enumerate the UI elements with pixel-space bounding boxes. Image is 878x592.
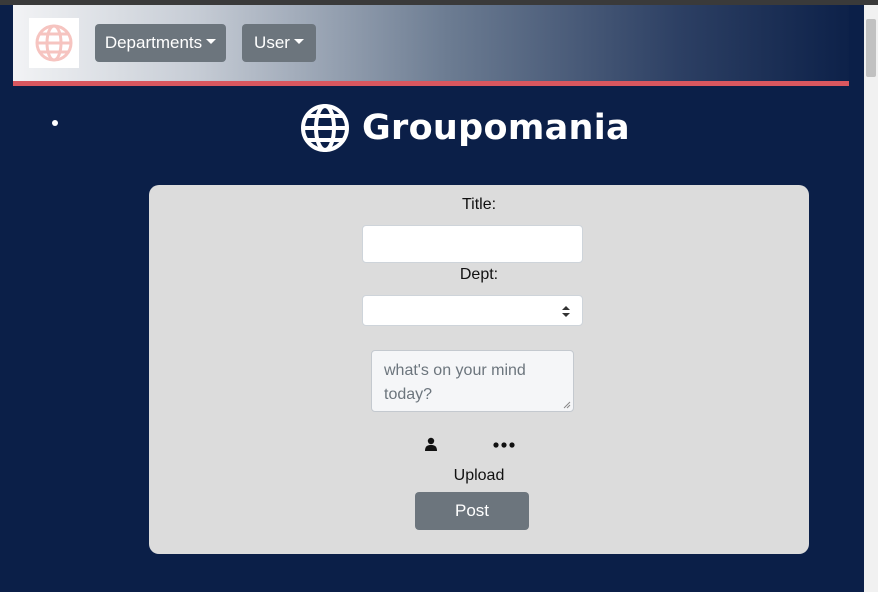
title-input[interactable] xyxy=(362,225,583,263)
dept-label: Dept: xyxy=(459,266,499,283)
user-dropdown-button[interactable]: User xyxy=(242,24,316,62)
title-label: Title: xyxy=(461,196,497,213)
new-post-form: Title: Dept: what's on your mind today? … xyxy=(149,185,809,554)
departments-dropdown-button[interactable]: Departments xyxy=(95,24,226,62)
globe-icon xyxy=(301,104,349,152)
message-placeholder: what's on your mind today? xyxy=(384,362,526,403)
logo-text: Groupomania xyxy=(362,108,630,148)
select-arrows-icon xyxy=(562,306,570,317)
navbar: Departments User xyxy=(13,5,849,81)
user-icon[interactable] xyxy=(424,437,438,451)
navbar-border xyxy=(13,81,849,86)
message-textarea[interactable]: what's on your mind today? xyxy=(371,350,574,412)
globe-icon xyxy=(35,24,73,62)
scrollbar[interactable] xyxy=(864,5,878,592)
upload-label[interactable]: Upload xyxy=(149,467,809,485)
caret-down-icon xyxy=(206,38,217,44)
caret-down-icon xyxy=(293,38,304,44)
groupomania-logo: Groupomania xyxy=(300,102,630,154)
resize-grip-icon[interactable] xyxy=(563,401,571,409)
departments-label: Departments xyxy=(104,33,203,52)
dept-select[interactable] xyxy=(362,295,583,326)
user-label: User xyxy=(254,33,290,52)
brand-logo[interactable] xyxy=(29,18,79,68)
post-button[interactable]: Post xyxy=(415,492,529,530)
scrollbar-thumb[interactable] xyxy=(866,19,876,77)
more-dots-icon[interactable] xyxy=(493,442,515,448)
page-background: Departments User Groupomania Title: Dept… xyxy=(0,5,864,592)
list-bullet xyxy=(52,120,58,126)
